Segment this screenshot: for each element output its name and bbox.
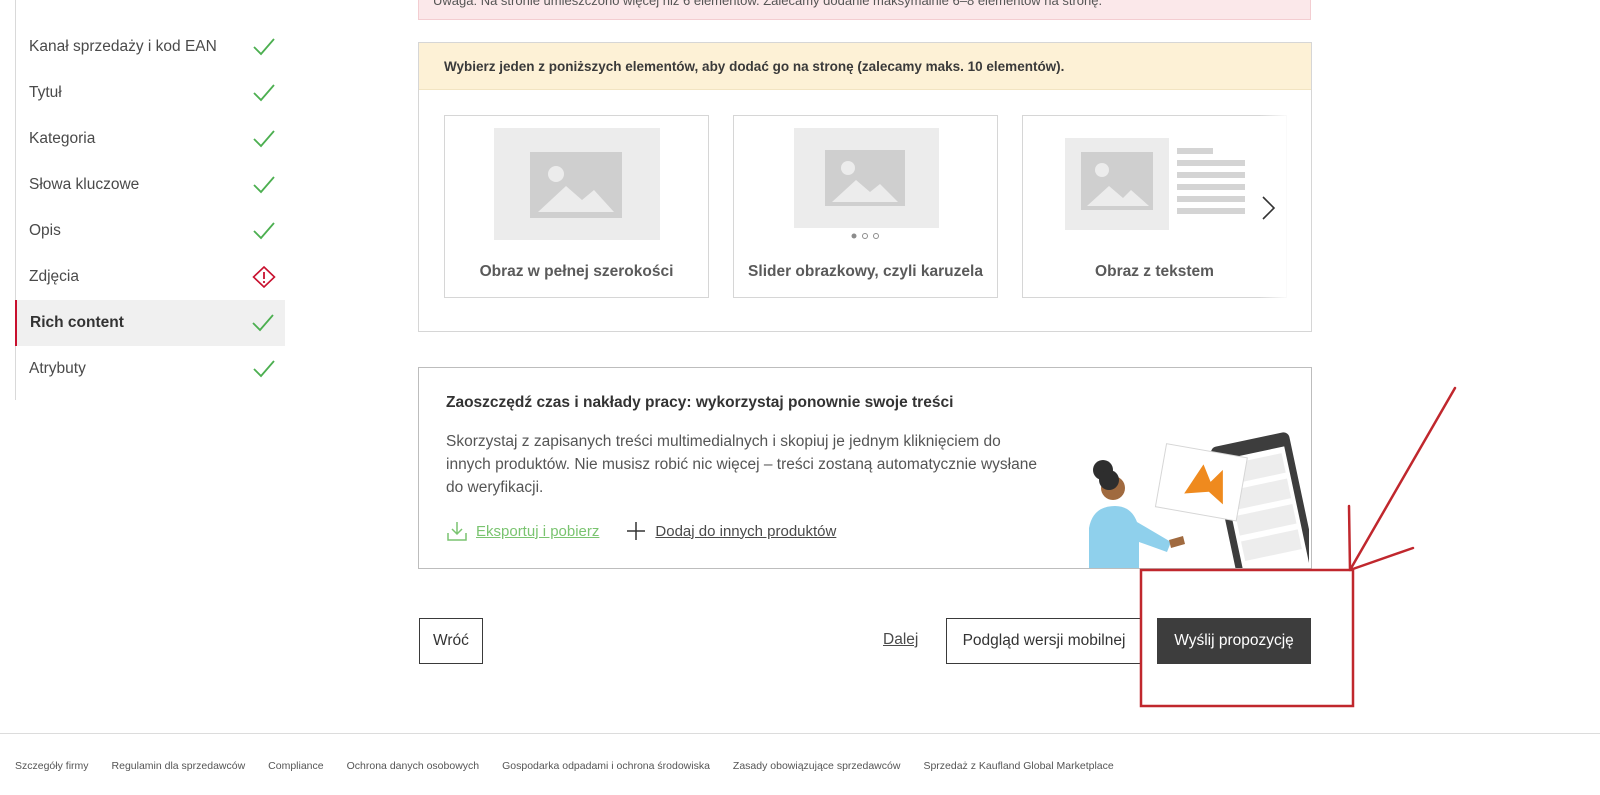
element-card-image-slider[interactable]: Slider obrazkowy, czyli karuzela — [733, 115, 998, 298]
export-download-link[interactable]: Eksportuj i pobierz — [446, 520, 599, 542]
footer-link-global-marketplace[interactable]: Sprzedaż z Kaufland Global Marketplace — [923, 760, 1113, 772]
back-button[interactable]: Wróć — [419, 618, 483, 664]
add-to-other-products-link[interactable]: Dodaj do innych produktów — [625, 520, 836, 542]
check-icon — [253, 222, 275, 240]
export-download-label: Eksportuj i pobierz — [476, 522, 600, 540]
reuse-title: Zaoszczędź czas i nakłady pracy: wykorzy… — [446, 394, 954, 411]
check-icon — [252, 314, 274, 332]
sidebar-item-attributes[interactable]: Atrybuty — [16, 346, 286, 392]
sidebar-item-label: Opis — [29, 222, 61, 239]
plus-icon — [627, 522, 646, 540]
sidebar-item-label: Zdjęcia — [29, 268, 79, 285]
image-slider-icon — [794, 128, 939, 239]
check-icon — [253, 360, 275, 378]
sidebar-item-rich-content[interactable]: Rich content — [15, 300, 285, 346]
warning-alert-text: Uwaga: Na stronie umieszczono więcej niż… — [433, 0, 1103, 8]
warning-alert: Uwaga: Na stronie umieszczono więcej niż… — [418, 0, 1311, 20]
footer-link-seller-terms[interactable]: Regulamin dla sprzedawców — [112, 760, 246, 772]
chevron-right-icon[interactable] — [1255, 195, 1281, 221]
annotation-arrow — [1347, 386, 1457, 572]
check-icon — [253, 176, 275, 194]
steps-sidebar: Kanał sprzedaży i kod EAN Tytuł Kategori… — [15, 0, 285, 400]
sidebar-item-title[interactable]: Tytuł — [16, 70, 286, 116]
element-card-label: Obraz z tekstem — [1095, 263, 1214, 280]
mobile-preview-button[interactable]: Podgląd wersji mobilnej — [946, 618, 1142, 664]
warning-icon — [252, 266, 276, 288]
footer-link-company-details[interactable]: Szczegóły firmy — [15, 760, 89, 772]
check-icon — [253, 130, 275, 148]
sidebar-item-label: Atrybuty — [29, 360, 86, 377]
sidebar-item-label: Kategoria — [29, 130, 96, 147]
reuse-description: Skorzystaj z zapisanych treści multimedi… — [446, 433, 1037, 496]
element-card-label: Obraz w pełnej szerokości — [479, 263, 674, 280]
element-card-image-with-text[interactable]: Obraz z tekstem — [1022, 115, 1287, 298]
footer-divider — [0, 733, 1600, 734]
sidebar-item-keywords[interactable]: Słowa kluczowe — [16, 162, 286, 208]
sidebar-item-description[interactable]: Opis — [16, 208, 286, 254]
download-icon — [447, 522, 467, 541]
footer-link-privacy[interactable]: Ochrona danych osobowych — [347, 760, 480, 772]
footer-link-seller-rules[interactable]: Zasady obowiązujące sprzedawców — [733, 760, 901, 772]
footer-link-compliance[interactable]: Compliance — [268, 760, 323, 772]
sidebar-item-category[interactable]: Kategoria — [16, 116, 286, 162]
reuse-actions: Eksportuj i pobierz Dodaj do innych prod… — [446, 520, 836, 542]
sidebar-item-channel-ean[interactable]: Kanał sprzedaży i kod EAN — [16, 24, 286, 70]
element-picker: Wybierz jeden z poniższych elementów, ab… — [418, 42, 1312, 332]
sidebar-item-label: Kanał sprzedaży i kod EAN — [29, 38, 217, 55]
element-card-label: Slider obrazkowy, czyli karuzela — [748, 263, 983, 280]
check-icon — [253, 38, 275, 56]
add-to-other-products-label: Dodaj do innych produktów — [655, 522, 837, 540]
next-link[interactable]: Dalej — [883, 631, 918, 649]
check-icon — [253, 84, 275, 102]
picker-heading: Wybierz jeden z poniższych elementów, ab… — [419, 43, 1311, 90]
footer-link-waste-environment[interactable]: Gospodarka odpadami i ochrona środowiska — [502, 760, 710, 772]
sidebar-item-label: Słowa kluczowe — [29, 176, 140, 193]
element-card-full-width-image[interactable]: Obraz w pełnej szerokości — [444, 115, 709, 298]
full-width-image-icon — [494, 128, 660, 240]
send-proposal-button[interactable]: Wyślij propozycję — [1157, 618, 1311, 664]
image-with-text-icon — [1065, 138, 1245, 230]
sidebar-item-label: Rich content — [30, 314, 124, 331]
reuse-content-panel: Zaoszczędź czas i nakłady pracy: wykorzy… — [418, 367, 1312, 569]
sidebar-item-label: Tytuł — [29, 84, 62, 101]
sidebar-item-images[interactable]: Zdjęcia — [16, 254, 286, 300]
footer: Szczegóły firmy Regulamin dla sprzedawcó… — [15, 760, 1137, 772]
person-with-phone-illustration — [1089, 432, 1309, 568]
